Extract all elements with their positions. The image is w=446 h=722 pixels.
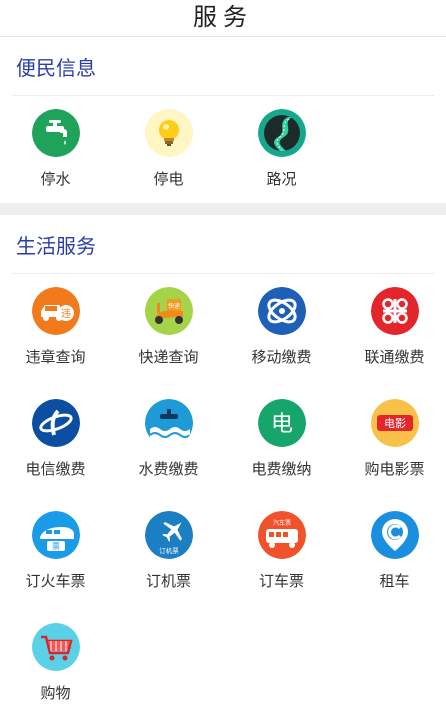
service-grid: 停水 停电 路况: [0, 96, 446, 197]
service-label: 移动缴费: [251, 348, 312, 366]
china-mobile-icon: [257, 287, 306, 335]
service-label: 快递查询: [138, 348, 199, 366]
section-header: 生活服务: [12, 215, 434, 274]
icon-text: 违: [61, 308, 71, 320]
shopping-cart-icon: [31, 623, 80, 671]
service-grid: 违 违章查询 快递 快递查询 移动缴费 联通缴费 电信缴费 水费缴费 电 电费缴…: [0, 274, 446, 722]
service-telecom-payment[interactable]: 电信缴费: [0, 386, 112, 498]
icon-text: 票: [52, 542, 60, 551]
service-label: 订车票: [258, 572, 304, 590]
china-telecom-icon: [31, 399, 80, 447]
section-header: 便民信息: [12, 37, 434, 96]
service-train-ticket[interactable]: 票 订火车票: [0, 498, 112, 610]
service-movie-ticket[interactable]: 电影 购电影票: [338, 386, 446, 498]
service-power-outage[interactable]: 停电: [112, 96, 225, 197]
car-rental-icon: [370, 511, 419, 559]
bus-ticket-icon: 汽车票: [257, 511, 306, 559]
service-label: 租车: [379, 572, 410, 590]
service-label: 电费缴纳: [251, 460, 312, 478]
service-label: 路况: [266, 170, 297, 188]
water-tap-icon: [31, 109, 80, 157]
service-car-rental[interactable]: 租车: [338, 498, 446, 610]
page-header: 服务: [0, 0, 446, 37]
section-life-services: 生活服务 违 违章查询 快递 快递查询 移动缴费 联通缴费 电信缴费 水费缴费 …: [0, 215, 446, 722]
train-ticket-icon: 票: [31, 511, 80, 559]
service-unicom-payment[interactable]: 联通缴费: [338, 274, 446, 386]
service-violation-query[interactable]: 违 违章查询: [0, 274, 112, 386]
service-label: 购物: [40, 684, 71, 702]
section-divider: [0, 203, 446, 215]
service-label: 电信缴费: [25, 460, 86, 478]
service-water-outage[interactable]: 停水: [0, 96, 112, 197]
plane-ticket-icon: 订机票: [144, 511, 193, 559]
road-icon: [257, 109, 306, 157]
service-label: 违章查询: [25, 348, 86, 366]
service-label: 停水: [40, 170, 71, 188]
service-shopping[interactable]: 购物: [0, 610, 112, 722]
service-express-query[interactable]: 快递 快递查询: [112, 274, 225, 386]
china-unicom-icon: [370, 287, 419, 335]
icon-text: 汽车票: [272, 519, 290, 527]
service-label: 联通缴费: [364, 348, 425, 366]
car-violation-icon: 违: [31, 287, 80, 335]
service-mobile-payment[interactable]: 移动缴费: [225, 274, 338, 386]
service-label: 订机票: [145, 572, 191, 590]
electric-bill-icon: 电: [257, 399, 306, 447]
service-bus-ticket[interactable]: 汽车票 订车票: [225, 498, 338, 610]
service-electric-bill[interactable]: 电 电费缴纳: [225, 386, 338, 498]
delivery-scooter-icon: 快递: [144, 287, 193, 335]
icon-text: 电影: [384, 417, 406, 430]
service-plane-ticket[interactable]: 订机票 订机票: [112, 498, 225, 610]
service-label: 停电: [153, 170, 184, 188]
service-water-bill[interactable]: 水费缴费: [112, 386, 225, 498]
section-convenience-info: 便民信息 停水 停电 路况: [0, 37, 446, 197]
service-label: 订火车票: [25, 572, 86, 590]
icon-text: 订机票: [159, 546, 179, 555]
icon-text: 电: [270, 412, 292, 437]
service-road-conditions[interactable]: 路况: [225, 96, 338, 197]
section-title: 生活服务: [16, 233, 96, 258]
movie-ticket-icon: 电影: [370, 399, 419, 447]
service-label: 水费缴费: [138, 460, 199, 478]
water-bill-icon: [144, 399, 193, 447]
page-title: 服务: [193, 2, 253, 31]
light-bulb-icon: [144, 109, 193, 157]
service-label: 购电影票: [364, 460, 425, 478]
icon-text: 快递: [167, 302, 179, 310]
section-title: 便民信息: [16, 55, 96, 80]
